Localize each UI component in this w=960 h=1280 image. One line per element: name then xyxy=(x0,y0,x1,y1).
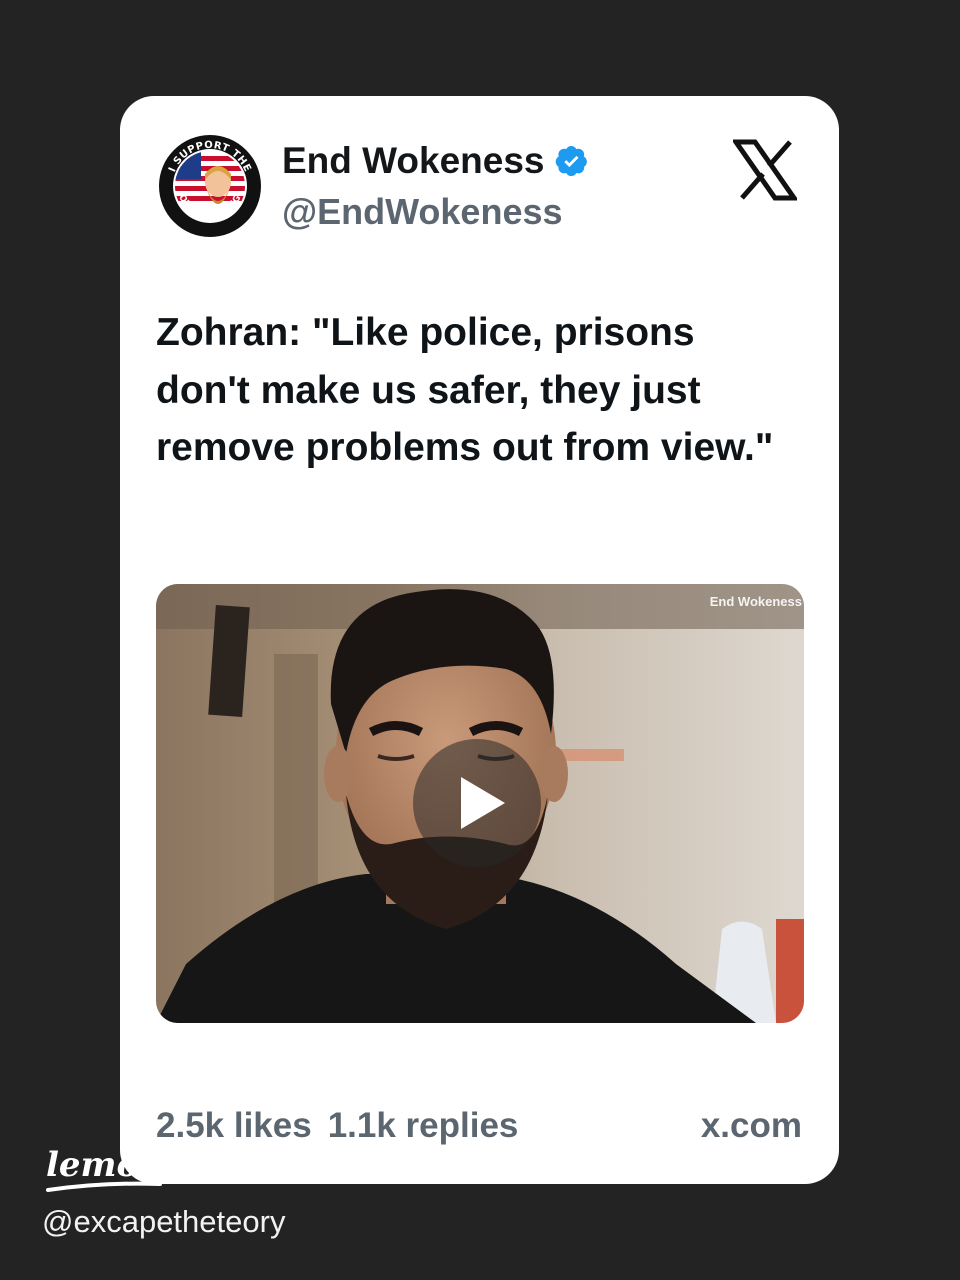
tweet-text: Zohran: "Like police, prisons don't make… xyxy=(156,311,774,469)
author-handle[interactable]: @EndWokeness xyxy=(282,191,563,233)
verified-badge-icon xyxy=(555,145,587,177)
creator-handle: @excapetheteory xyxy=(42,1204,286,1239)
x-logo-icon[interactable] xyxy=(733,138,797,202)
replies-count[interactable]: 1.1k replies xyxy=(328,1106,519,1145)
source-link[interactable]: x.com xyxy=(701,1106,802,1146)
play-icon xyxy=(461,777,505,829)
play-button[interactable] xyxy=(413,739,541,867)
lemon8-logo-text: lemon8 xyxy=(46,1145,184,1185)
video-watermark: End Wokeness xyxy=(709,594,802,609)
author-name-label: End Wokeness xyxy=(282,140,545,181)
author-name[interactable]: End Wokeness xyxy=(282,140,589,182)
lemon8-logo: lemon8 xyxy=(46,1145,184,1192)
video-player[interactable]: End Wokeness xyxy=(156,584,804,1023)
author-avatar[interactable]: I SUPPORT THE FORMER THINGS xyxy=(155,127,262,238)
engagement-stats: 2.5k likes 1.1k replies xyxy=(156,1106,518,1146)
avatar-image: I SUPPORT THE FORMER THINGS xyxy=(155,127,261,237)
tweet-card: I SUPPORT THE FORMER THINGS End Wokeness… xyxy=(120,96,839,1184)
